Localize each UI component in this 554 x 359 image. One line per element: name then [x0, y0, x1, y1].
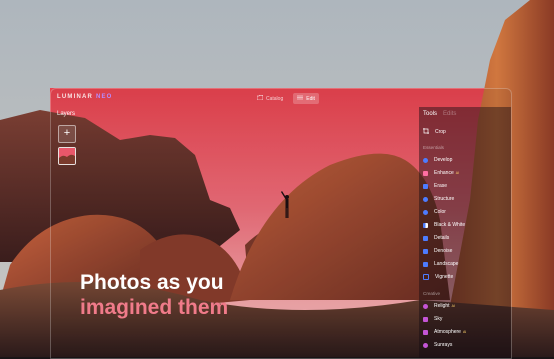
tool-label: Black & White	[434, 222, 466, 228]
atmosphere-icon	[423, 329, 428, 335]
tool-enhance[interactable]: Enhance AI	[423, 170, 459, 176]
creative-heading: Creative	[423, 291, 441, 296]
relight-icon	[423, 303, 428, 309]
add-layer-button[interactable]: +	[58, 125, 76, 143]
catalog-mode-label: Catalog	[266, 95, 284, 102]
folder-icon	[256, 94, 264, 102]
tool-label: Erase	[434, 183, 448, 189]
tool-landscape[interactable]: Landscape	[423, 261, 458, 267]
tool-denoise[interactable]: Denoise	[423, 248, 452, 254]
tool-label: Vignette	[435, 274, 454, 280]
headline-line-2: imagined them	[80, 296, 229, 319]
app-logo: LUMINAR NEO	[57, 94, 113, 100]
layer-thumbnail[interactable]	[58, 147, 76, 165]
panel-tabs: Tools Edits	[423, 111, 456, 117]
tool-label: Enhance	[434, 170, 454, 176]
enhance-icon	[423, 170, 428, 176]
edit-mode-label: Edit	[306, 95, 315, 102]
tool-erase[interactable]: Erase	[423, 183, 447, 189]
color-icon	[423, 209, 428, 215]
vignette-icon	[423, 274, 429, 280]
tool-label: Denoise	[434, 248, 453, 254]
tool-structure[interactable]: Structure	[423, 196, 454, 202]
tool-label: Relight	[434, 303, 450, 309]
logo-text: LUMINAR	[57, 94, 94, 100]
title-bar: LUMINAR NEO Catalog Edit	[51, 89, 511, 107]
landscape-icon	[423, 261, 428, 267]
tool-relight[interactable]: Relight AI	[423, 303, 455, 309]
crop-tool[interactable]: Crop	[423, 128, 446, 136]
tool-sunrays[interactable]: Sunrays	[423, 342, 452, 348]
tool-label: Atmosphere	[434, 329, 461, 335]
tool-label: Color	[434, 209, 446, 215]
develop-icon	[423, 157, 428, 163]
tool-label: Sky	[434, 316, 443, 322]
tab-edits[interactable]: Edits	[443, 111, 456, 117]
tool-label: Develop	[434, 157, 453, 163]
tool-vignette[interactable]: Vignette	[423, 274, 453, 280]
tab-tools[interactable]: Tools	[423, 111, 437, 117]
layers-title: Layers	[57, 111, 76, 117]
hero-headline: Photos as you imagined them	[80, 270, 228, 320]
crop-icon	[423, 128, 429, 136]
tool-label: Sunrays	[434, 342, 453, 348]
crop-label: Crop	[435, 129, 446, 135]
mode-switcher: Catalog Edit	[253, 93, 319, 104]
tool-details[interactable]: Details	[423, 235, 449, 241]
sunrays-icon	[423, 342, 428, 348]
tool-label: Structure	[434, 196, 455, 202]
layers-panel: Layers +	[57, 111, 87, 165]
catalog-mode-button[interactable]: Catalog	[253, 93, 287, 104]
tool-sky[interactable]: Sky	[423, 316, 442, 322]
headline-line-1: Photos as you	[80, 271, 224, 294]
structure-icon	[423, 196, 428, 202]
edit-mode-button[interactable]: Edit	[293, 93, 319, 104]
logo-accent: NEO	[95, 94, 113, 100]
tool-atmosphere[interactable]: Atmosphere AI	[423, 329, 466, 335]
ai-badge: AI	[451, 304, 455, 308]
details-icon	[423, 235, 428, 241]
sliders-icon	[297, 95, 304, 102]
tool-label: Landscape	[434, 261, 459, 267]
denoise-icon	[423, 248, 428, 254]
sky-icon	[423, 316, 428, 322]
thumbnail-image	[59, 148, 75, 164]
ai-badge: AI	[462, 330, 467, 334]
tool-develop[interactable]: Develop	[423, 157, 452, 163]
ai-badge: AI	[455, 171, 460, 175]
tool-black-white[interactable]: Black & White	[423, 222, 465, 228]
essentials-heading: Essentials	[423, 145, 444, 150]
tool-label: Details	[434, 235, 450, 241]
tool-color[interactable]: Color	[423, 209, 446, 215]
erase-icon	[423, 183, 428, 189]
black-white-icon	[423, 222, 428, 228]
tools-panel: Tools Edits Crop Essentials Develop Enha…	[419, 107, 511, 358]
